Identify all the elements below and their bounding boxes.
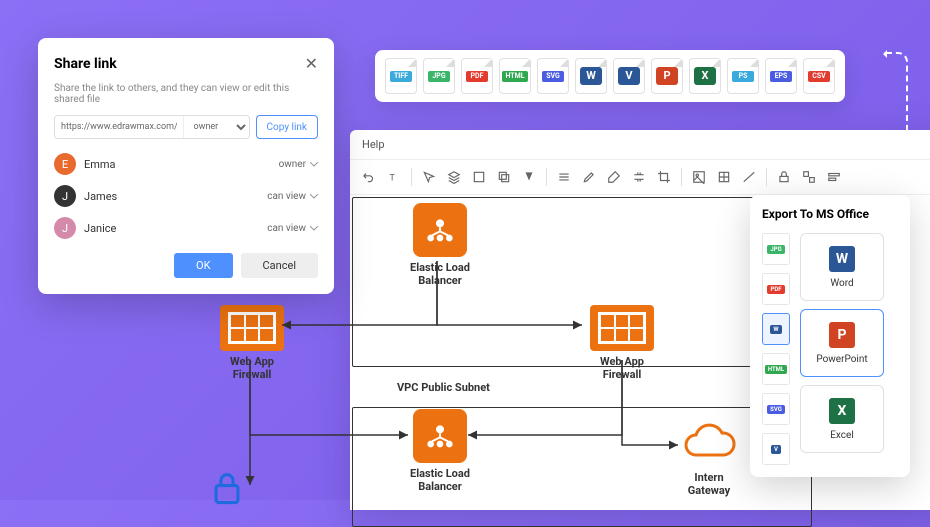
- permission-select[interactable]: can view: [267, 191, 318, 202]
- ppt-icon: P: [829, 322, 855, 348]
- export-ps-button[interactable]: PS: [727, 58, 759, 94]
- font-button[interactable]: T: [383, 166, 405, 188]
- export-tab-visio[interactable]: V: [762, 433, 790, 465]
- share-link-dialog: Share link ✕ Share the link to others, a…: [38, 38, 334, 294]
- export-format-bar: TIFFJPGPDFHTMLSVGWVPXPSEPSCSV: [375, 50, 845, 102]
- copy-link-button[interactable]: Copy link: [256, 115, 318, 139]
- distribute-button[interactable]: [628, 166, 650, 188]
- avatar: E: [54, 153, 76, 175]
- avatar: J: [54, 185, 76, 207]
- elb-icon: [413, 409, 467, 463]
- close-button[interactable]: ✕: [305, 54, 318, 73]
- user-name: Emma: [84, 158, 116, 171]
- export-pdf-button[interactable]: PDF: [461, 58, 493, 94]
- cloud-icon: [682, 423, 736, 463]
- export-word-button[interactable]: W: [575, 58, 607, 94]
- layers-button[interactable]: [443, 166, 465, 188]
- export-visio-button[interactable]: V: [613, 58, 645, 94]
- crop-button[interactable]: [653, 166, 675, 188]
- card-label: PowerPoint: [816, 354, 867, 365]
- toolbar: T: [350, 160, 930, 195]
- node-waf-right[interactable]: Web App Firewall: [590, 305, 654, 381]
- export-svg-button[interactable]: SVG: [537, 58, 569, 94]
- user-row: J Janice can view: [54, 217, 318, 239]
- marker-button[interactable]: [603, 166, 625, 188]
- svg-text:T: T: [389, 173, 395, 184]
- excel-icon: X: [829, 398, 855, 424]
- share-url-input[interactable]: [55, 116, 183, 138]
- group-button[interactable]: [798, 166, 820, 188]
- node-elb-bottom[interactable]: Elastic Load Balancer: [410, 409, 470, 493]
- node-internet-gateway[interactable]: Intern Gateway: [682, 423, 736, 497]
- export-tab-svg[interactable]: SVG: [762, 393, 790, 425]
- export-tab-jpg[interactable]: JPG: [762, 233, 790, 265]
- node-label: Web App Firewall: [590, 355, 654, 381]
- menubar[interactable]: Help: [350, 130, 930, 160]
- firewall-icon: [590, 305, 654, 351]
- permission-select[interactable]: owner: [279, 159, 318, 170]
- export-card-excel[interactable]: X Excel: [800, 385, 884, 453]
- export-jpg-button[interactable]: JPG: [423, 58, 455, 94]
- avatar: J: [54, 217, 76, 239]
- cancel-button[interactable]: Cancel: [241, 253, 318, 278]
- export-html-button[interactable]: HTML: [499, 58, 531, 94]
- export-tab-word[interactable]: W: [762, 313, 790, 345]
- ok-button[interactable]: OK: [174, 253, 232, 278]
- line-style-button[interactable]: [553, 166, 575, 188]
- card-label: Word: [830, 278, 853, 289]
- card-label: Excel: [830, 430, 854, 441]
- node-waf-left[interactable]: Web App Firewall: [220, 305, 284, 381]
- export-tab-html[interactable]: HTML: [762, 353, 790, 385]
- node-label: Intern Gateway: [682, 471, 736, 497]
- export-card-word[interactable]: W Word: [800, 233, 884, 301]
- export-card-ppt[interactable]: P PowerPoint: [800, 309, 884, 377]
- user-row: J James can view: [54, 185, 318, 207]
- url-field-wrap: owner: [54, 115, 250, 139]
- dialog-title: Share link: [54, 56, 117, 72]
- role-select[interactable]: owner: [183, 116, 249, 138]
- firewall-icon: [220, 305, 284, 351]
- export-tab-pdf[interactable]: PDF: [762, 273, 790, 305]
- user-row: E Emma owner: [54, 153, 318, 175]
- align-button[interactable]: [823, 166, 845, 188]
- word-icon: W: [829, 246, 855, 272]
- export-csv-button[interactable]: CSV: [803, 58, 835, 94]
- edit-button[interactable]: [578, 166, 600, 188]
- user-name: James: [84, 190, 117, 203]
- user-name: Janice: [84, 222, 116, 235]
- export-office-panel: Export To MS Office JPG PDF W HTML SVG V W Wor…: [750, 195, 910, 477]
- elb-icon: [413, 203, 467, 257]
- export-eps-button[interactable]: EPS: [765, 58, 797, 94]
- lock-button[interactable]: [773, 166, 795, 188]
- export-tiff-button[interactable]: TIFF: [385, 58, 417, 94]
- copy-button[interactable]: [493, 166, 515, 188]
- dialog-subtitle: Share the link to others, and they can v…: [54, 83, 318, 105]
- node-elb-top[interactable]: Elastic Load Balancer: [410, 203, 470, 287]
- pointer-tool[interactable]: [418, 166, 440, 188]
- fill-button[interactable]: [518, 166, 540, 188]
- draw-button[interactable]: [738, 166, 760, 188]
- undo-button[interactable]: [358, 166, 380, 188]
- permission-select[interactable]: can view: [267, 223, 318, 234]
- image-button[interactable]: [688, 166, 710, 188]
- shape-button[interactable]: [468, 166, 490, 188]
- subnet-label: VPC Public Subnet: [397, 381, 490, 394]
- table-button[interactable]: [713, 166, 735, 188]
- panel-title: Export To MS Office: [762, 207, 898, 221]
- export-ppt-button[interactable]: P: [651, 58, 683, 94]
- node-label: Elastic Load Balancer: [410, 467, 470, 493]
- node-label: Web App Firewall: [220, 355, 284, 381]
- export-excel-button[interactable]: X: [689, 58, 721, 94]
- node-label: Elastic Load Balancer: [410, 261, 470, 287]
